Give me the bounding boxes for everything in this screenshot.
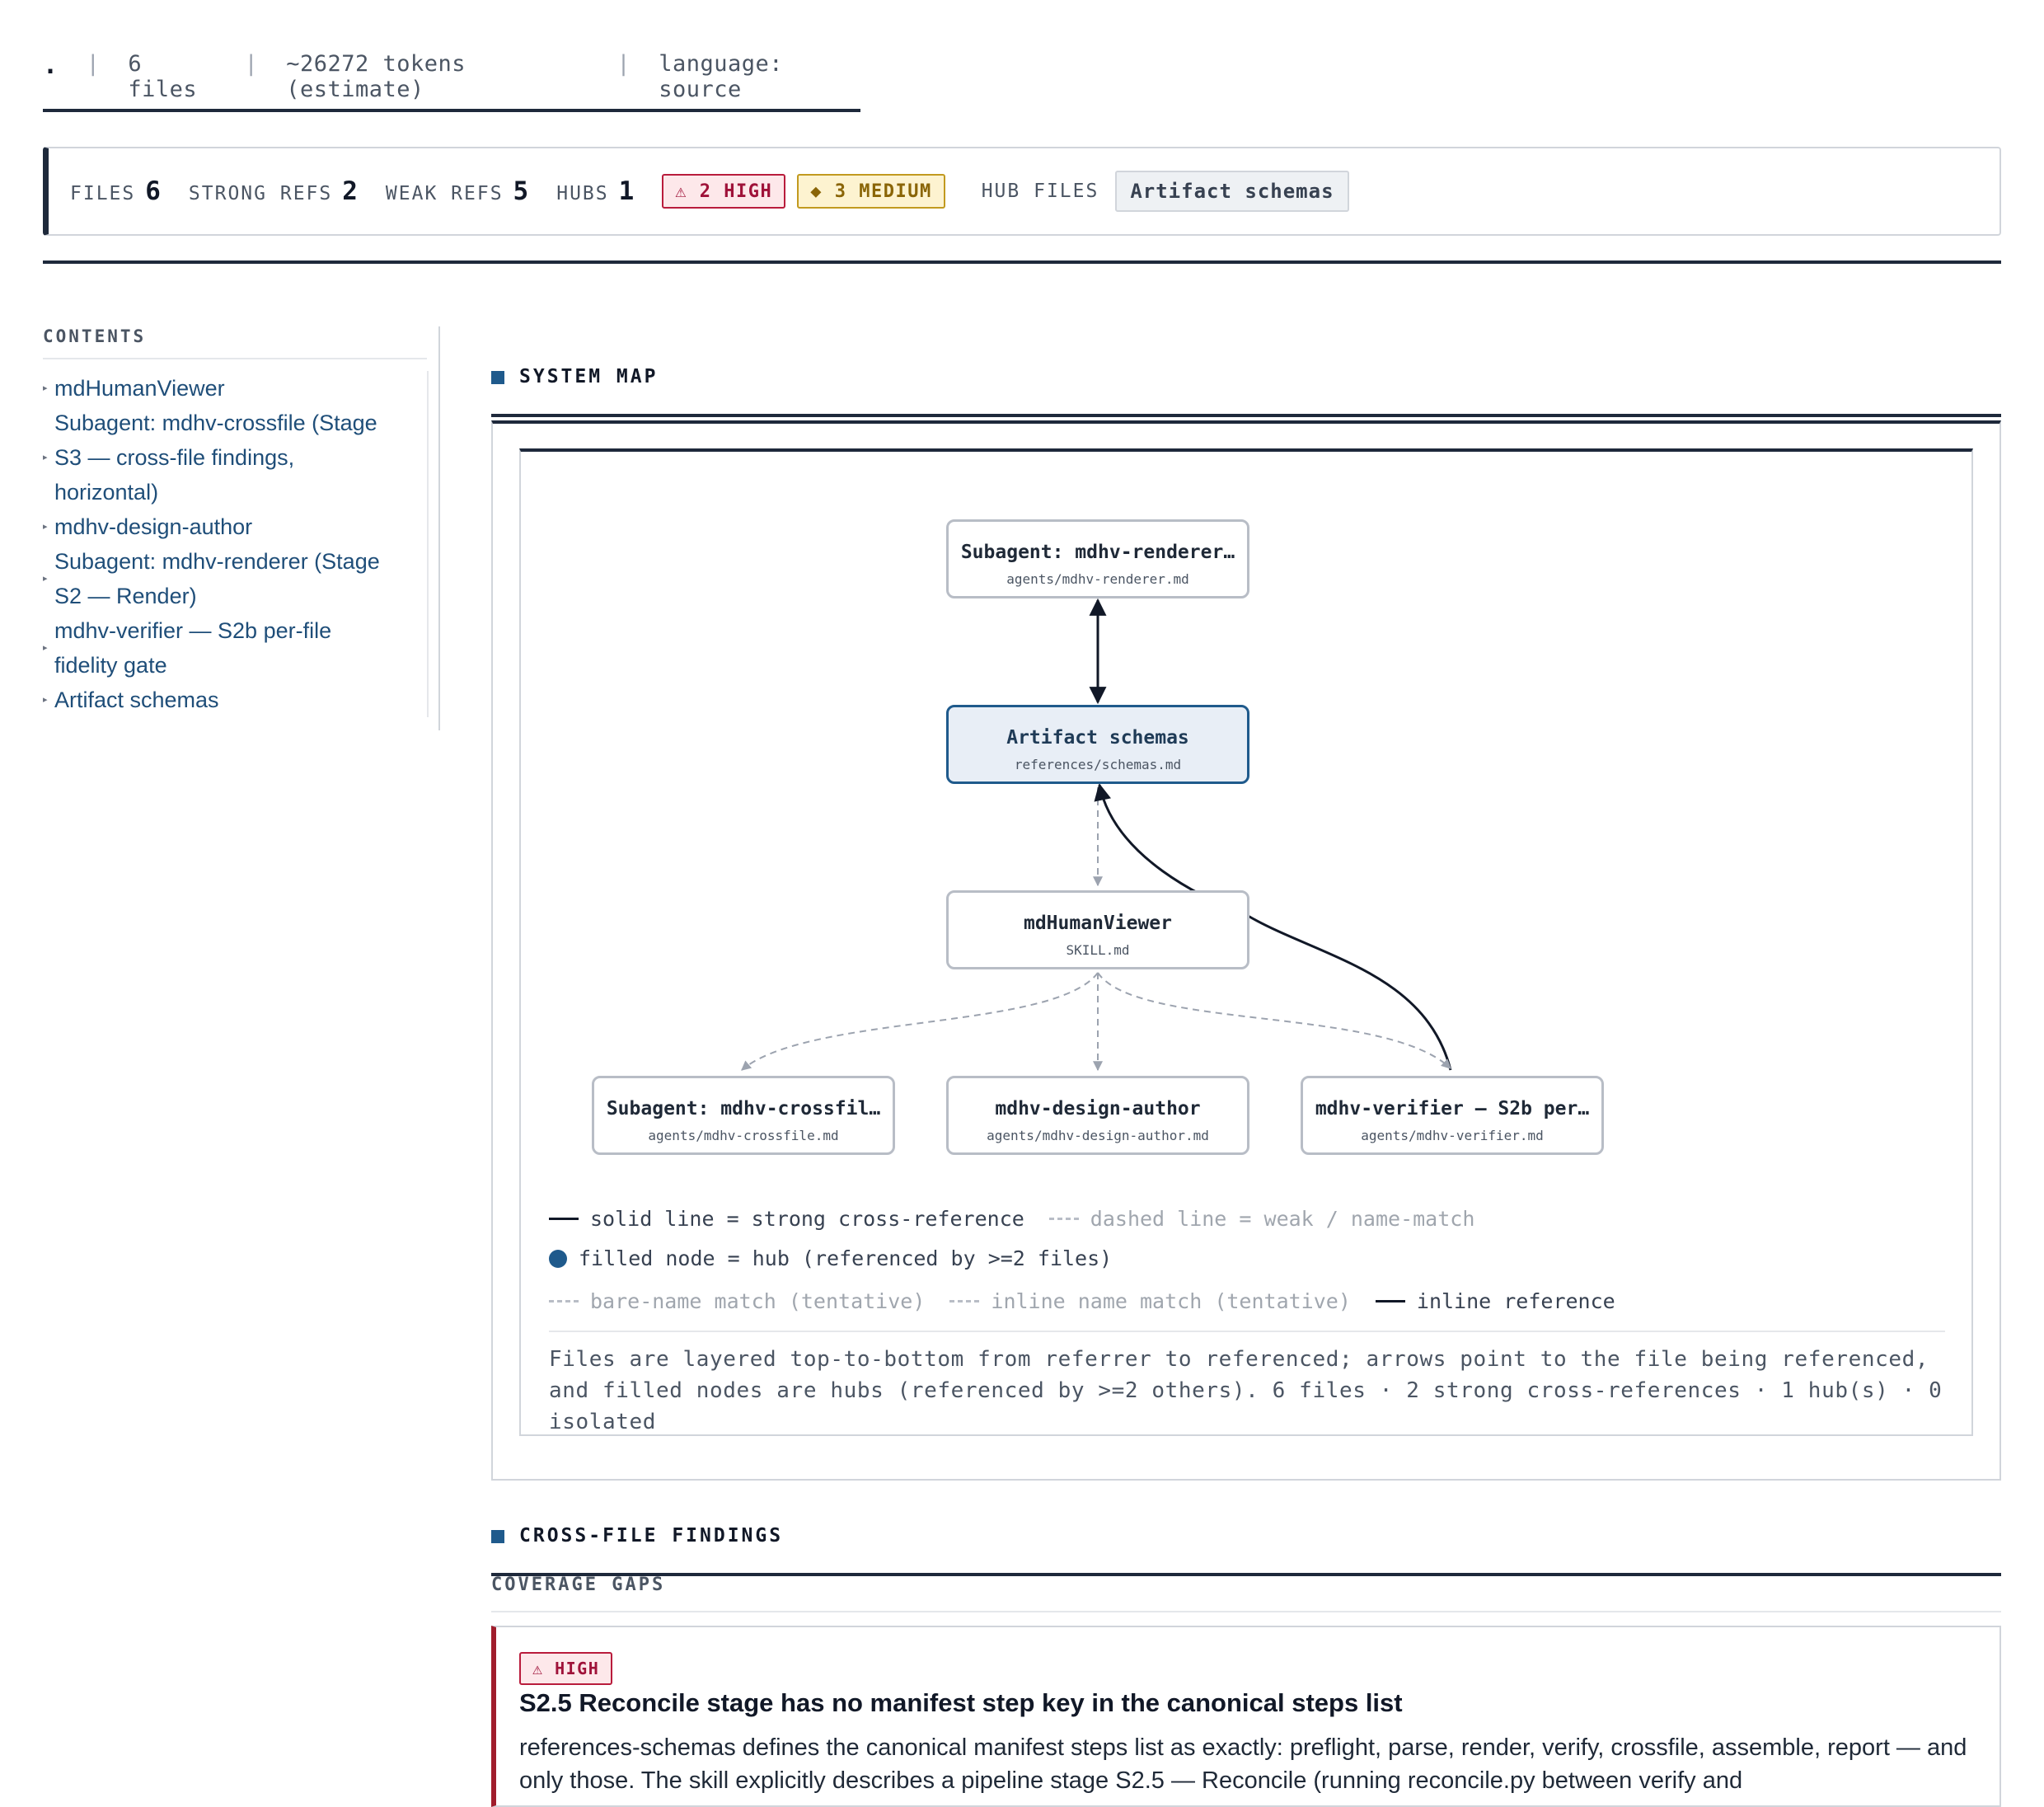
coverage-gaps-heading: COVERAGE GAPS: [491, 1575, 2001, 1612]
dashed-line-swatch: [549, 1300, 579, 1302]
finding-title: S2.5 Reconcile stage has no manifest ste…: [519, 1688, 1403, 1717]
legend-row-3: bare-name match (tentative) inline name …: [549, 1289, 1615, 1313]
section-square-icon: [491, 1530, 504, 1543]
dashed-line-swatch: [949, 1300, 980, 1302]
legend-row-2: filled node = hub (referenced by >=2 fil…: [549, 1246, 1112, 1270]
solid-line-swatch: [549, 1218, 579, 1220]
legend-dashed-label: dashed line = weak / name-match: [1090, 1207, 1475, 1231]
node-crossfile[interactable]: Subagent: mdhv-crossfil… agents/mdhv-cro…: [592, 1076, 895, 1155]
node-title: mdhv-design-author: [995, 1098, 1201, 1119]
node-title: Artifact schemas: [1006, 727, 1189, 749]
finding-severity-badge: ⚠ HIGH: [519, 1652, 613, 1685]
node-path: SKILL.md: [1066, 942, 1130, 958]
node-path: agents/mdhv-design-author.md: [987, 1128, 1209, 1143]
node-path: references/schemas.md: [1014, 757, 1182, 772]
node-verifier[interactable]: mdhv-verifier — S2b per… agents/mdhv-ver…: [1301, 1076, 1604, 1155]
finding-body: references-schemas defines the canonical…: [519, 1734, 1967, 1794]
map-caption: Files are layered top-to-bottom from ref…: [549, 1347, 1943, 1434]
legend-row-1: solid line = strong cross-reference dash…: [549, 1207, 1474, 1231]
edge-skill-verifier: [1097, 972, 1451, 1069]
findings-heading: CROSS-FILE FINDINGS: [491, 1525, 2001, 1576]
hub-dot-swatch: [549, 1249, 567, 1268]
legend-solid-label: solid line = strong cross-reference: [590, 1207, 1024, 1231]
solid-line-swatch: [1375, 1300, 1405, 1302]
node-design-author[interactable]: mdhv-design-author agents/mdhv-design-au…: [946, 1076, 1249, 1155]
node-schemas-hub[interactable]: Artifact schemas references/schemas.md: [946, 705, 1249, 784]
dashed-line-swatch: [1048, 1218, 1079, 1220]
node-title: Subagent: mdhv-crossfil…: [606, 1098, 881, 1119]
legend-inline-ref-label: inline reference: [1416, 1289, 1615, 1313]
edge-skill-crossfile: [741, 972, 1099, 1071]
section-title: CROSS-FILE FINDINGS: [519, 1525, 784, 1547]
node-title: Subagent: mdhv-renderer…: [960, 542, 1235, 563]
node-title: mdHumanViewer: [1023, 913, 1172, 934]
node-skill[interactable]: mdHumanViewer SKILL.md: [946, 890, 1249, 969]
legend-bare-label: bare-name match (tentative): [590, 1289, 926, 1313]
legend-inline-name-label: inline name match (tentative): [991, 1289, 1351, 1313]
divider: [549, 1331, 1945, 1332]
node-path: agents/mdhv-crossfile.md: [648, 1128, 839, 1143]
legend-hub-label: filled node = hub (referenced by >=2 fil…: [579, 1246, 1113, 1270]
node-renderer[interactable]: Subagent: mdhv-renderer… agents/mdhv-ren…: [946, 519, 1249, 598]
node-path: agents/mdhv-renderer.md: [1006, 571, 1189, 587]
node-title: mdhv-verifier — S2b per…: [1315, 1098, 1590, 1119]
node-path: agents/mdhv-verifier.md: [1361, 1128, 1544, 1143]
